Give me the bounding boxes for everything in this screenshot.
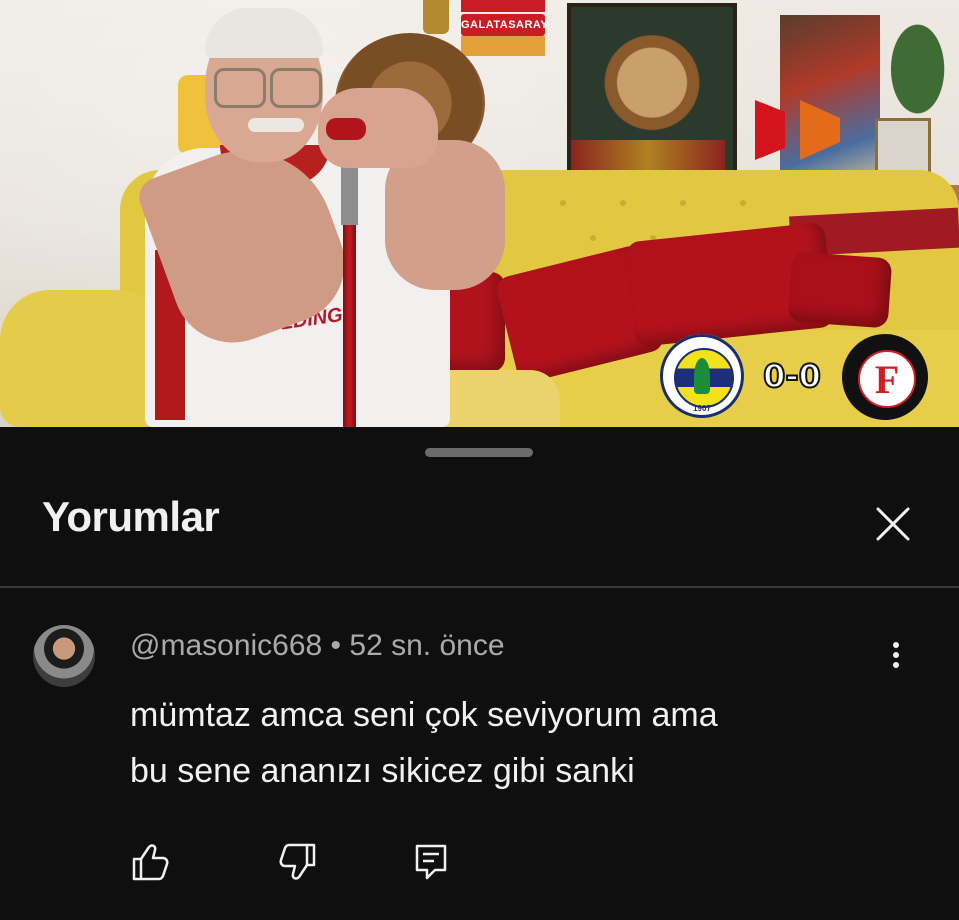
glasses (214, 68, 322, 108)
away-team-letter: F (874, 357, 900, 402)
reply-button[interactable] (406, 837, 456, 887)
sofa-tuft (740, 200, 746, 206)
red-cushion (787, 251, 893, 329)
mustache (248, 118, 304, 132)
home-team-year: 1907 (693, 404, 711, 413)
meta-separator: • (322, 629, 350, 662)
comments-sheet: Yorumlar @masonic668 • 52 sn. önce mümta… (0, 427, 959, 920)
comment-actions (0, 837, 959, 897)
thumb-down-icon (279, 843, 316, 880)
wall-plate-strip (461, 36, 545, 56)
wall-plate: GALATASARAY (461, 14, 548, 36)
comment-author[interactable]: @masonic668 (130, 629, 322, 662)
thumb-up-icon (132, 844, 169, 881)
cane-handle (326, 118, 366, 140)
painting-stripe (571, 140, 725, 171)
avatar[interactable] (33, 625, 95, 687)
divider (0, 586, 959, 588)
sofa-tuft (590, 235, 596, 241)
dislike-button[interactable] (272, 837, 322, 887)
wall-ornament (423, 0, 449, 34)
reply-icon (415, 844, 447, 880)
match-score: 0-0 (762, 356, 822, 396)
comment-text: mümtaz amca seni çok seviyorum ama bu se… (130, 687, 890, 799)
sofa-tuft (560, 200, 566, 206)
sofa-tuft (680, 200, 686, 206)
away-team-logo: F (842, 334, 928, 420)
comment-text-line: mümtaz amca seni çok seviyorum ama (130, 696, 718, 734)
close-icon[interactable] (868, 499, 918, 549)
comment-text-line: bu sene ananızı sikicez gibi sanki (130, 752, 635, 790)
comment-meta: @masonic668 • 52 sn. önce (130, 629, 505, 663)
sofa-tuft (620, 200, 626, 206)
comment-time: 52 sn. önce (349, 629, 505, 662)
comments-title: Yorumlar (42, 493, 220, 540)
video-player[interactable]: GALATASARAY PASIFIK HOLDING 1 (0, 0, 959, 427)
like-button[interactable] (126, 837, 176, 887)
scoreboard-overlay: 1907 0-0 F (660, 334, 930, 422)
drag-handle[interactable] (425, 448, 533, 457)
home-team-logo: 1907 (660, 334, 744, 418)
plant (890, 0, 959, 115)
man-hair (205, 8, 323, 58)
wall-poster (780, 15, 880, 185)
comment-item: @masonic668 • 52 sn. önce mümtaz amca se… (0, 617, 959, 920)
wall-plate-top (461, 0, 545, 12)
more-vertical-icon[interactable] (876, 635, 916, 675)
